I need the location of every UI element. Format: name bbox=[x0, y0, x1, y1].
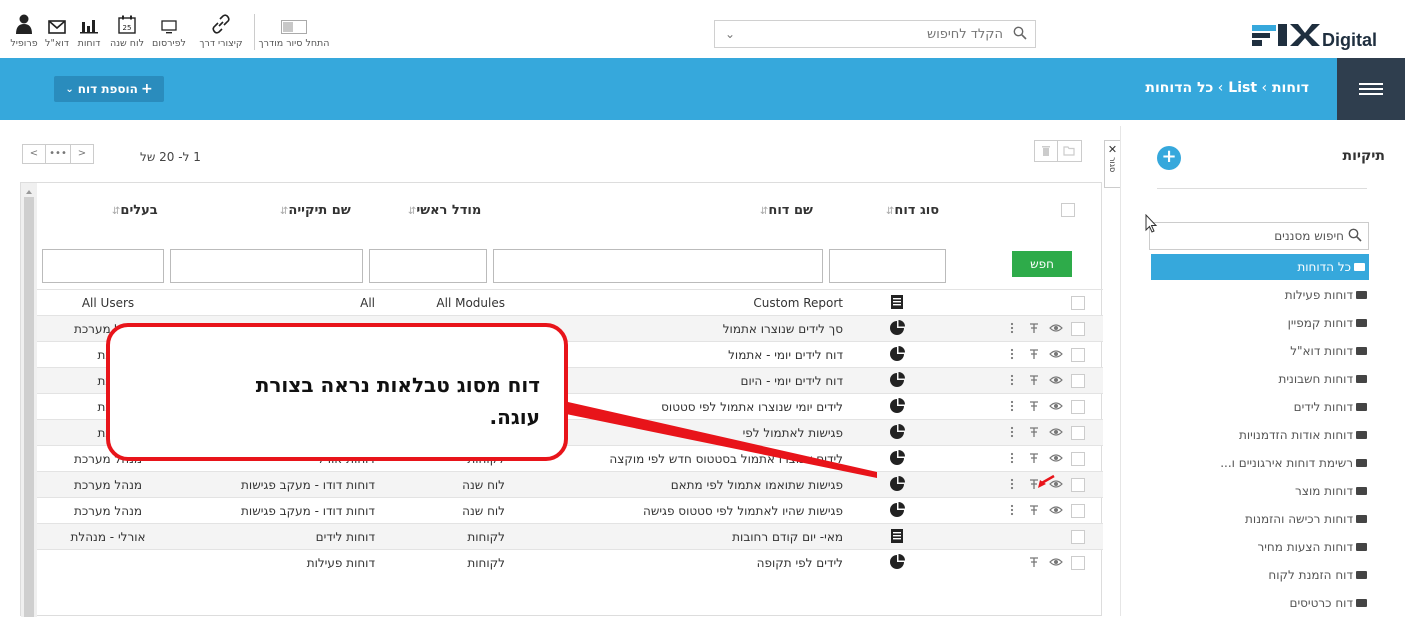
annotation-callout: דוח מסוג טבלאות נראה בצורת עוגה. bbox=[106, 323, 568, 461]
callout-pointer bbox=[566, 402, 1055, 488]
callout-text: דוח מסוג טבלאות נראה בצורת עוגה. bbox=[255, 373, 540, 429]
